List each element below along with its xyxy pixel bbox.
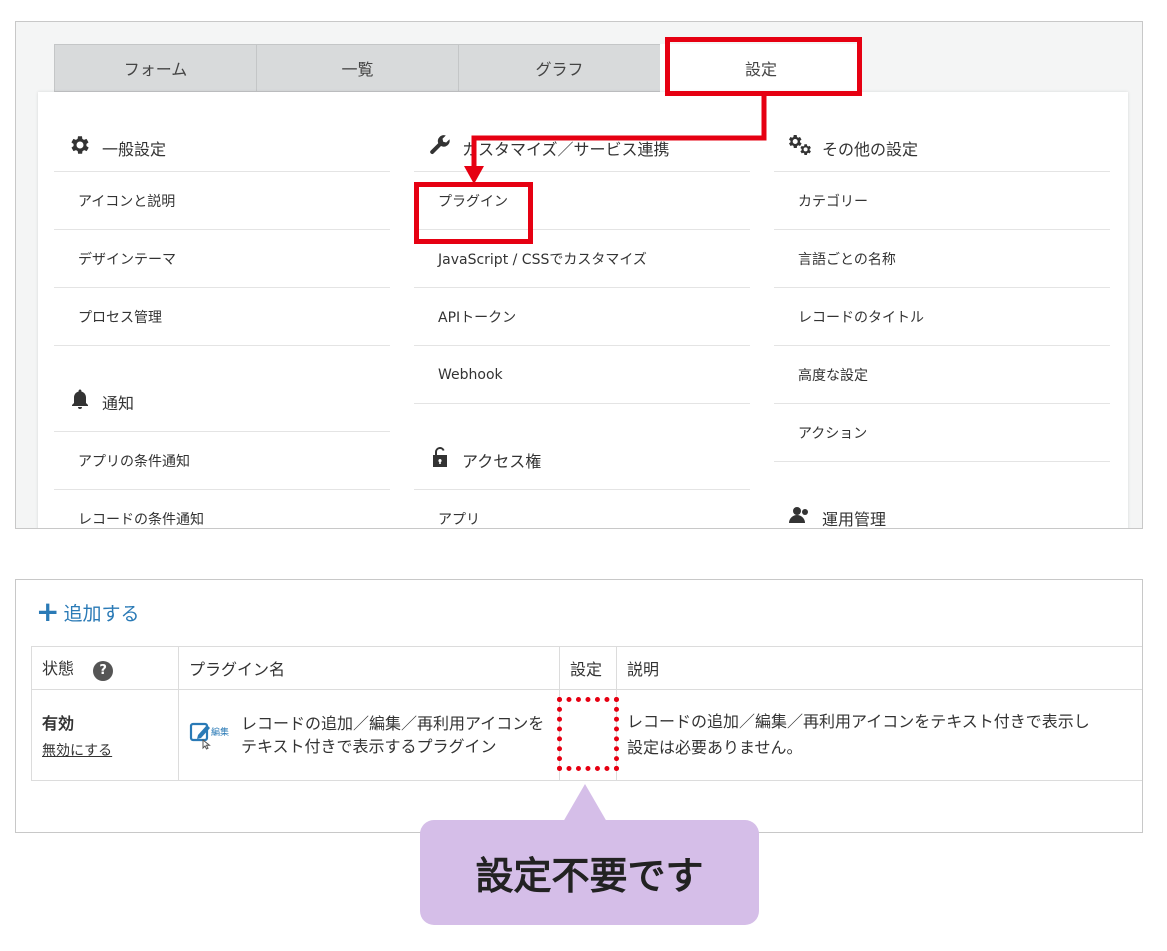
section-notification-title: 通知 [102, 394, 135, 413]
settings-column-other: その他の設定 カテゴリー 言語ごとの名称 レコードのタイトル 高度な設定 アクシ… [774, 92, 1110, 529]
settings-item-process-management[interactable]: プロセス管理 [54, 288, 390, 346]
bell-icon [72, 389, 88, 409]
tab-list[interactable]: 一覧 [256, 44, 458, 92]
plugin-table: 状態 ? プラグイン名 設定 説明 有効 無効にする 編集 レコードの追加／編集… [31, 646, 1142, 781]
callout-no-settings: 設定不要です [420, 820, 759, 925]
settings-item-app-notification[interactable]: アプリの条件通知 [54, 432, 390, 490]
tab-settings[interactable]: 設定 [660, 44, 862, 92]
section-notification: 通知 [54, 346, 390, 432]
disable-plugin-link[interactable]: 無効にする [42, 743, 112, 759]
table-row: 有効 無効にする 編集 レコードの追加／編集／再利用アイコンをテキスト付きで表示… [31, 689, 1142, 781]
plus-icon: + [36, 595, 60, 628]
col-description: 説明 [616, 646, 1142, 690]
settings-item-design-theme[interactable]: デザインテーマ [54, 230, 390, 288]
settings-item-webhook[interactable]: Webhook [414, 346, 750, 404]
settings-item-api-token[interactable]: APIトークン [414, 288, 750, 346]
settings-column-general: 一般設定 アイコンと説明 デザインテーマ プロセス管理 通知 アプリの条件通知 … [54, 92, 390, 528]
settings-item-localized-names[interactable]: 言語ごとの名称 [774, 230, 1110, 288]
section-general-title: 一般設定 [102, 140, 167, 159]
gears-icon [789, 135, 811, 155]
settings-column-customize: カスタマイズ／サービス連携 プラグイン JavaScript / CSSでカスタ… [414, 92, 750, 528]
people-icon [789, 507, 808, 523]
edit-pencil-icon: 編集 [189, 722, 229, 750]
callout-pointer [563, 784, 607, 822]
section-customize: カスタマイズ／サービス連携 [414, 92, 750, 172]
section-operation-title: 運用管理 [822, 510, 887, 529]
settings-item-plugin[interactable]: プラグイン [414, 172, 750, 230]
section-other-title: その他の設定 [822, 140, 919, 159]
plugin-description-line2: 設定は必要ありません。 [627, 738, 803, 757]
edit-badge-text: 編集 [211, 726, 229, 738]
plugin-status-cell: 有効 無効にする [31, 689, 179, 781]
plugin-name: レコードの追加／編集／再利用アイコンをテキスト付きで表示するプラグイン [241, 713, 545, 756]
plugin-status: 有効 [42, 714, 75, 733]
tab-form[interactable]: フォーム [54, 44, 256, 92]
help-icon[interactable]: ? [93, 660, 114, 681]
add-plugin-label: 追加する [63, 602, 140, 625]
col-status: 状態 ? [31, 646, 179, 690]
plugin-description-line1: レコードの追加／編集／再利用アイコンをテキスト付きで表示し [627, 712, 1090, 732]
section-other: その他の設定 [774, 92, 1110, 172]
col-status-label: 状態 [42, 659, 75, 679]
section-customize-title: カスタマイズ／サービス連携 [462, 140, 670, 159]
settings-item-icon-description[interactable]: アイコンと説明 [54, 172, 390, 230]
add-plugin-button[interactable]: + 追加する [36, 598, 139, 626]
col-settings: 設定 [559, 646, 617, 690]
unlock-icon [433, 447, 447, 467]
callout-text: 設定不要です [475, 854, 704, 898]
settings-item-js-css[interactable]: JavaScript / CSSでカスタマイズ [414, 230, 750, 288]
section-access: アクセス権 [414, 404, 750, 490]
settings-card: 一般設定 アイコンと説明 デザインテーマ プロセス管理 通知 アプリの条件通知 … [38, 92, 1128, 529]
settings-item-action[interactable]: アクション [774, 404, 1110, 462]
section-operation: 運用管理 [774, 462, 1110, 529]
plugin-description-cell: レコードの追加／編集／再利用アイコンをテキスト付きで表示し 設定は必要ありません… [616, 689, 1142, 781]
gear-icon [71, 136, 89, 154]
plugin-settings-cell [559, 689, 617, 781]
settings-item-advanced[interactable]: 高度な設定 [774, 346, 1110, 404]
settings-item-record-notification[interactable]: レコードの条件通知 [54, 490, 390, 528]
section-general: 一般設定 [54, 92, 390, 172]
settings-item-app-access[interactable]: アプリ [414, 490, 750, 528]
plugin-name-cell: 編集 レコードの追加／編集／再利用アイコンをテキスト付きで表示するプラグイン [178, 689, 560, 781]
plugin-table-header: 状態 ? プラグイン名 設定 説明 [31, 646, 1142, 690]
section-access-title: アクセス権 [462, 452, 542, 471]
col-plugin-name: プラグイン名 [178, 646, 560, 690]
tab-graph[interactable]: グラフ [458, 44, 660, 92]
app-settings-panel: フォーム 一覧 グラフ 設定 一般設定 アイコンと説明 デザインテーマ プロセス… [15, 21, 1143, 529]
settings-item-category[interactable]: カテゴリー [774, 172, 1110, 230]
wrench-icon [430, 135, 450, 154]
settings-item-record-title[interactable]: レコードのタイトル [774, 288, 1110, 346]
app-tabs: フォーム 一覧 グラフ 設定 [54, 44, 862, 92]
